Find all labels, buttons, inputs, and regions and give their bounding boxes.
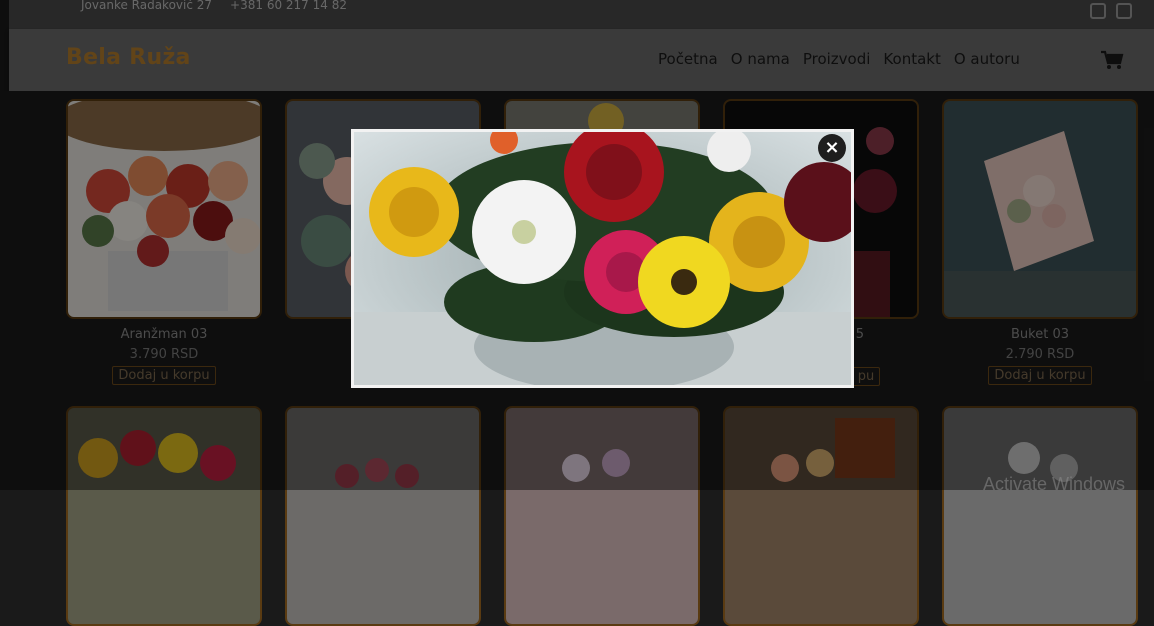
lightbox-image — [351, 129, 854, 388]
close-modal-button[interactable]: × — [818, 134, 846, 162]
activate-windows-watermark: Activate Windows — [983, 474, 1126, 494]
